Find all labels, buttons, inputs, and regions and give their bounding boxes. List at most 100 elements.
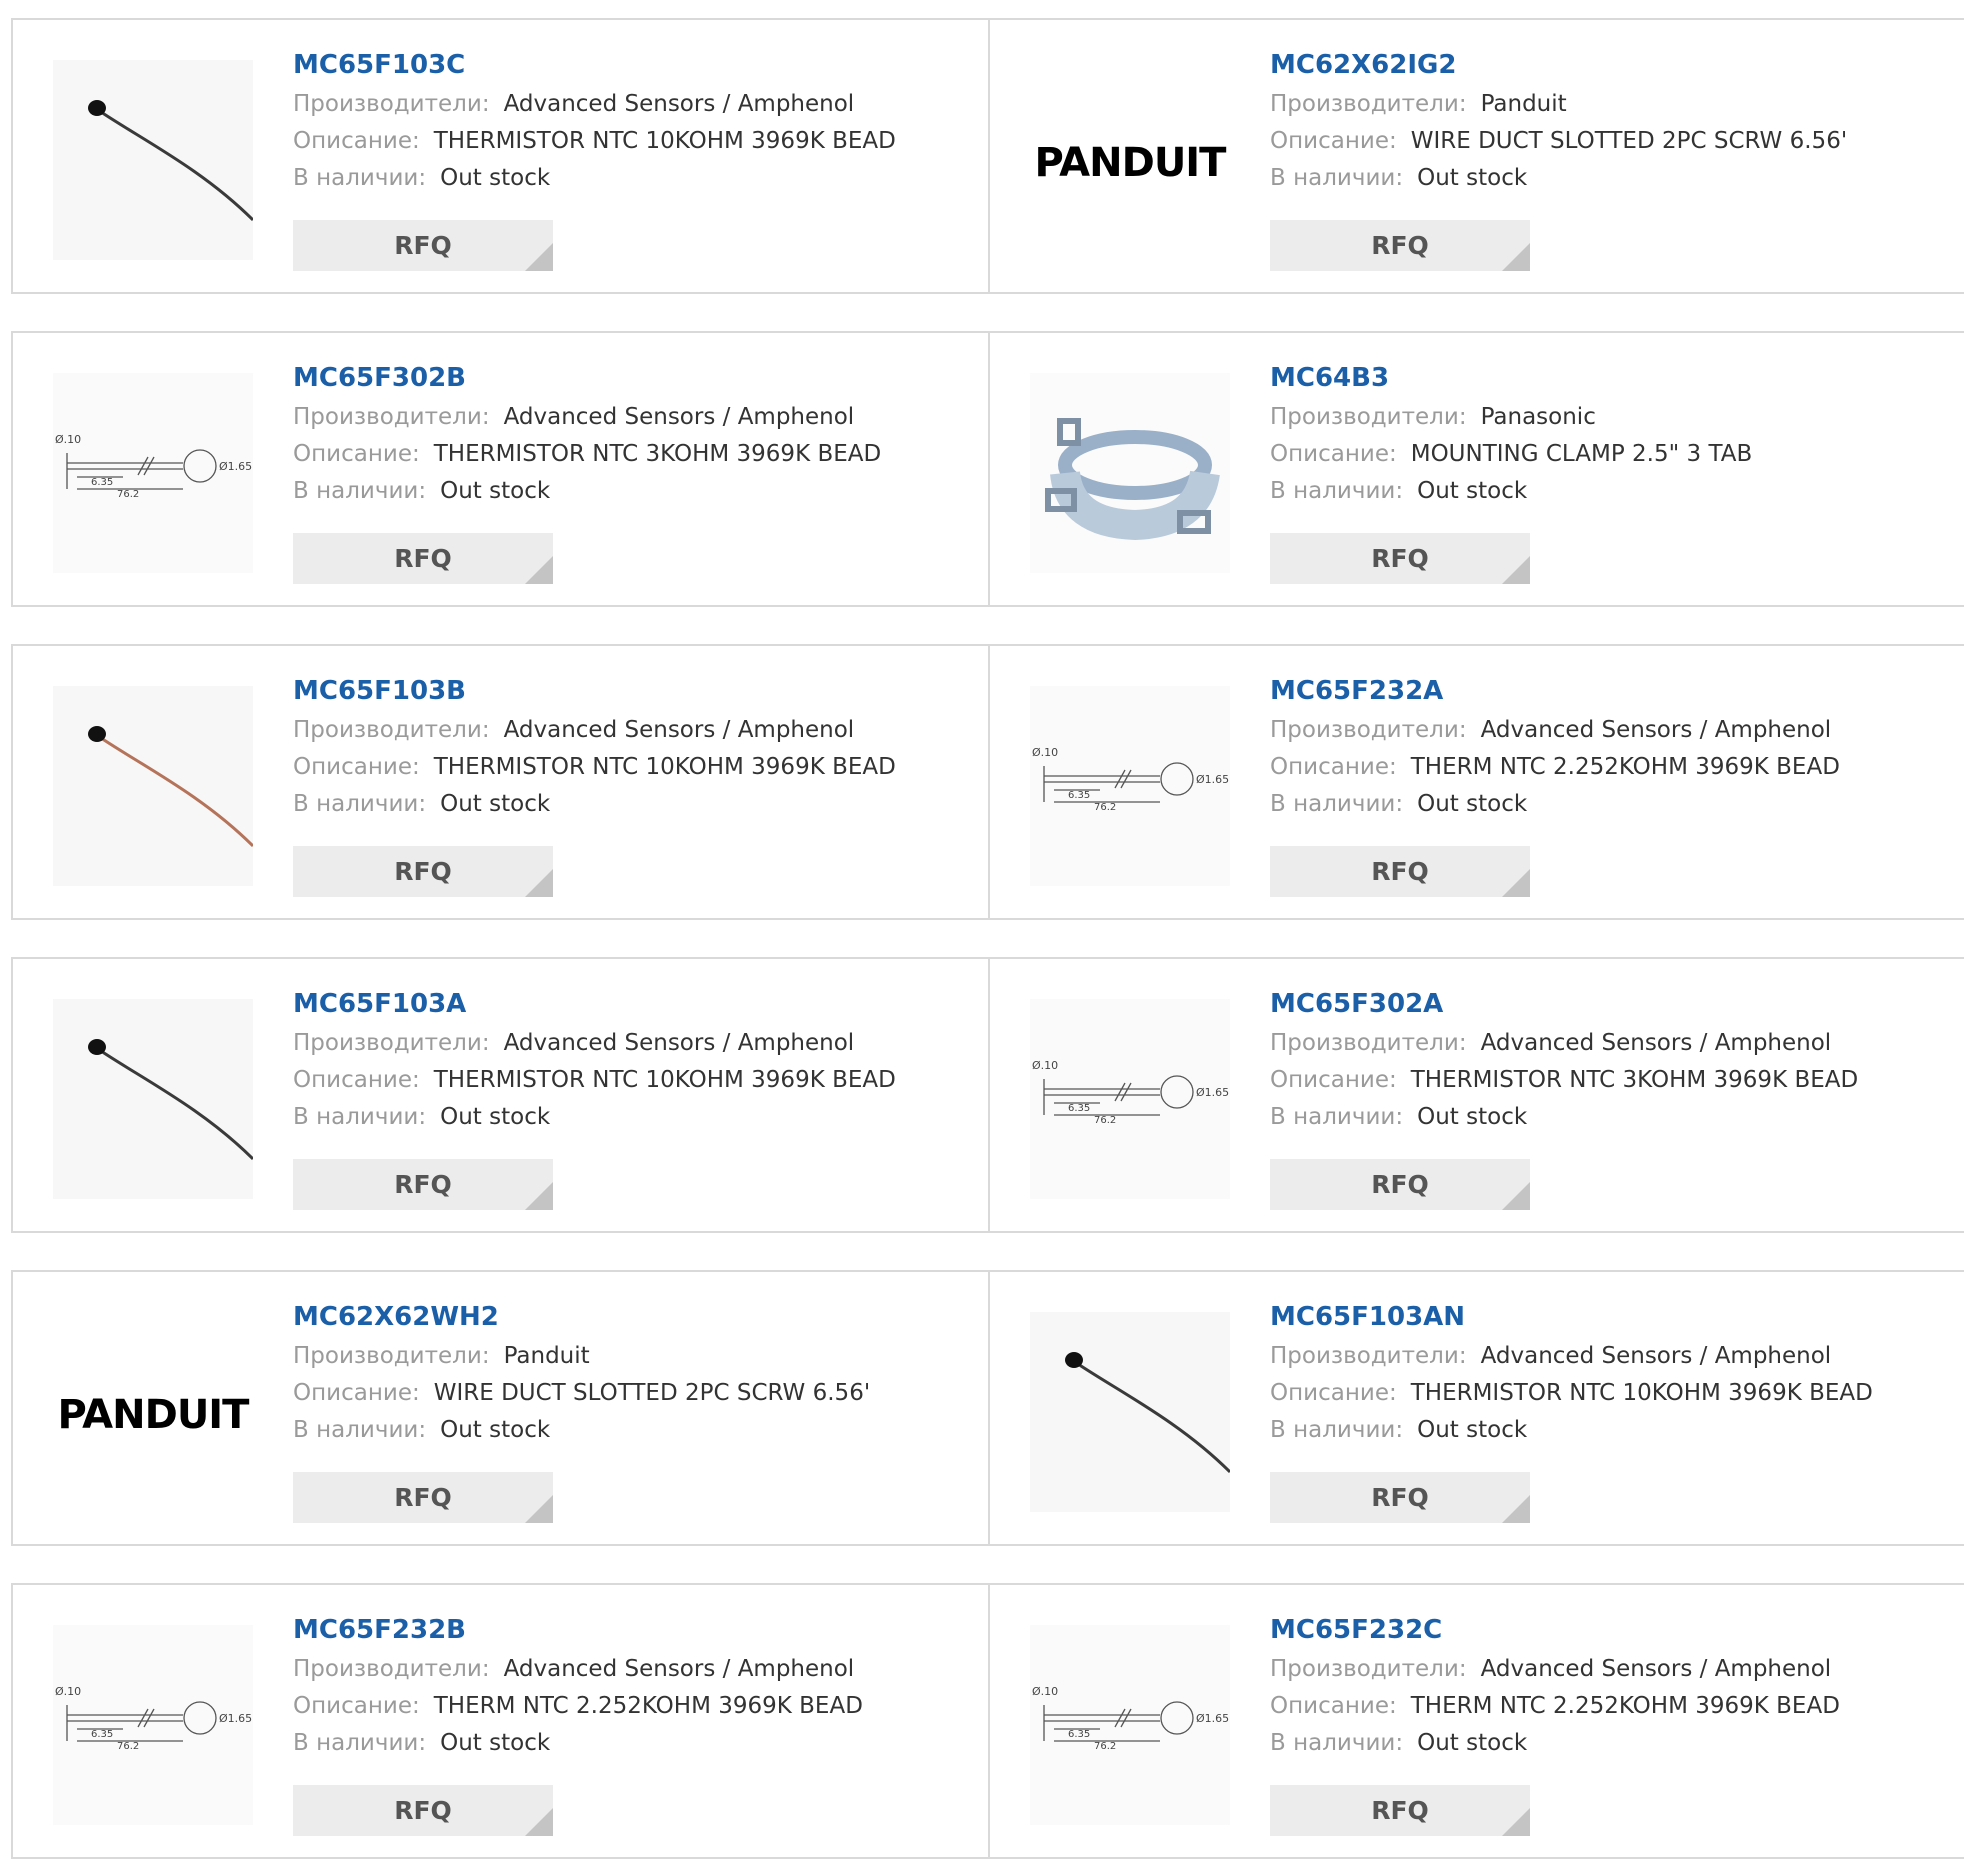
manufacturer-value: Advanced Sensors / Amphenol: [503, 717, 855, 743]
product-thumbnail[interactable]: [1030, 1312, 1230, 1512]
product-thumbnail[interactable]: Ø.10 Ø1.65 6.35 76.2: [53, 373, 253, 573]
part-number-link[interactable]: MC62X62WH2: [293, 1302, 968, 1338]
product-info: MC65F302A Производители: Advanced Sensors…: [1270, 989, 1947, 1210]
rfq-button[interactable]: RFQ: [293, 1472, 553, 1523]
rfq-button[interactable]: RFQ: [293, 220, 553, 271]
rfq-button[interactable]: RFQ: [1270, 533, 1530, 584]
product-card: Ø.10 Ø1.65 6.35 76.2 MC65F302A Производи…: [990, 957, 1964, 1233]
part-number-link[interactable]: MC65F103C: [293, 50, 968, 86]
manufacturer-label: Производители:: [293, 1656, 490, 1682]
part-number-link[interactable]: MC65F103B: [293, 676, 968, 712]
rfq-button[interactable]: RFQ: [293, 1785, 553, 1836]
svg-text:Ø1.65: Ø1.65: [219, 460, 252, 473]
part-number-link[interactable]: MC65F232A: [1270, 676, 1947, 712]
svg-text:Ø1.65: Ø1.65: [219, 1712, 252, 1725]
stock-label: В наличии:: [293, 1417, 427, 1443]
manufacturer-value: Advanced Sensors / Amphenol: [503, 404, 855, 430]
product-thumbnail[interactable]: PANDUIT: [53, 1312, 253, 1512]
part-number-link[interactable]: MC65F232B: [293, 1615, 968, 1651]
part-number-link[interactable]: MC62X62IG2: [1270, 50, 1947, 86]
rfq-button[interactable]: RFQ: [293, 1159, 553, 1210]
dimension-diagram: Ø.10 Ø1.65 6.35 76.2: [1030, 1625, 1230, 1825]
rfq-button[interactable]: RFQ: [1270, 1472, 1530, 1523]
product-thumbnail[interactable]: Ø.10 Ø1.65 6.35 76.2: [1030, 686, 1230, 886]
product-info: MC62X62WH2 Производители: Panduit Описани…: [293, 1302, 968, 1523]
description-row: Описание: THERMISTOR NTC 3KOHM 3969K BEAD: [293, 436, 968, 473]
panduit-logo: PANDUIT: [58, 1392, 252, 1438]
product-card: MC65F103AN Производители: Advanced Sensor…: [990, 1270, 1964, 1546]
stock-row: В наличии: Out stock: [1270, 1099, 1947, 1136]
description-row: Описание: THERMISTOR NTC 3KOHM 3969K BEAD: [1270, 1062, 1947, 1099]
description-label: Описание:: [293, 754, 420, 780]
description-label: Описание:: [1270, 1693, 1397, 1719]
manufacturer-label: Производители:: [1270, 1656, 1467, 1682]
manufacturer-label: Производители:: [1270, 1343, 1467, 1369]
stock-value: Out stock: [440, 165, 551, 191]
part-number-link[interactable]: MC65F302B: [293, 363, 968, 399]
rfq-button[interactable]: RFQ: [1270, 220, 1530, 271]
rfq-label: RFQ: [1371, 544, 1429, 573]
product-thumbnail[interactable]: PANDUIT: [1030, 60, 1230, 260]
part-number-link[interactable]: MC64B3: [1270, 363, 1947, 399]
rfq-button[interactable]: RFQ: [1270, 1785, 1530, 1836]
rfq-button[interactable]: RFQ: [293, 533, 553, 584]
stock-label: В наличии:: [1270, 165, 1404, 191]
rfq-label: RFQ: [394, 857, 452, 886]
corner-triangle-decoration: [525, 556, 553, 584]
manufacturer-label: Производители:: [1270, 717, 1467, 743]
description-label: Описание:: [293, 128, 420, 154]
stock-label: В наличии:: [1270, 1730, 1404, 1756]
description-value: THERM NTC 2.252KOHM 3969K BEAD: [1410, 754, 1840, 780]
description-row: Описание: THERM NTC 2.252KOHM 3969K BEAD: [293, 1688, 968, 1725]
manufacturer-row: Производители: Advanced Sensors / Ampheno…: [1270, 712, 1947, 749]
product-thumbnail[interactable]: [53, 999, 253, 1199]
dimension-diagram: Ø.10 Ø1.65 6.35 76.2: [1030, 999, 1230, 1199]
stock-row: В наличии: Out stock: [1270, 473, 1947, 510]
manufacturer-label: Производители:: [293, 404, 490, 430]
rfq-button[interactable]: RFQ: [293, 846, 553, 897]
product-info: MC65F103B Производители: Advanced Sensors…: [293, 676, 968, 897]
dimension-diagram: Ø.10 Ø1.65 6.35 76.2: [53, 1625, 253, 1825]
corner-triangle-decoration: [525, 1182, 553, 1210]
product-thumbnail[interactable]: [53, 686, 253, 886]
corner-triangle-decoration: [1502, 1182, 1530, 1210]
product-card: Ø.10 Ø1.65 6.35 76.2 MC65F232C Производи…: [990, 1583, 1964, 1859]
svg-text:Ø.10: Ø.10: [1032, 1685, 1058, 1698]
manufacturer-value: Advanced Sensors / Amphenol: [503, 91, 855, 117]
manufacturer-row: Производители: Advanced Sensors / Ampheno…: [293, 712, 968, 749]
part-number-link[interactable]: MC65F302A: [1270, 989, 1947, 1025]
svg-text:76.2: 76.2: [1094, 802, 1116, 813]
rfq-button[interactable]: RFQ: [1270, 846, 1530, 897]
svg-text:PANDUIT: PANDUIT: [58, 1392, 251, 1438]
description-row: Описание: THERM NTC 2.252KOHM 3969K BEAD: [1270, 1688, 1947, 1725]
product-thumbnail[interactable]: Ø.10 Ø1.65 6.35 76.2: [53, 1625, 253, 1825]
product-thumbnail[interactable]: Ø.10 Ø1.65 6.35 76.2: [1030, 1625, 1230, 1825]
description-label: Описание:: [1270, 441, 1397, 467]
product-thumbnail[interactable]: Ø.10 Ø1.65 6.35 76.2: [1030, 999, 1230, 1199]
stock-value: Out stock: [1417, 1417, 1528, 1443]
manufacturer-row: Производители: Advanced Sensors / Ampheno…: [293, 86, 968, 123]
corner-triangle-decoration: [1502, 869, 1530, 897]
corner-triangle-decoration: [525, 1808, 553, 1836]
svg-text:Ø.10: Ø.10: [55, 433, 81, 446]
manufacturer-value: Panasonic: [1480, 404, 1596, 430]
rfq-label: RFQ: [1371, 1796, 1429, 1825]
stock-label: В наличии:: [1270, 1104, 1404, 1130]
manufacturer-label: Производители:: [1270, 91, 1467, 117]
product-info: MC65F103A Производители: Advanced Sensors…: [293, 989, 968, 1210]
part-number-link[interactable]: MC65F103A: [293, 989, 968, 1025]
manufacturer-label: Производители:: [293, 1030, 490, 1056]
manufacturer-label: Производители:: [293, 1343, 490, 1369]
corner-triangle-decoration: [525, 869, 553, 897]
part-number-link[interactable]: MC65F103AN: [1270, 1302, 1947, 1338]
part-number-link[interactable]: MC65F232C: [1270, 1615, 1947, 1651]
product-thumbnail[interactable]: [53, 60, 253, 260]
description-value: THERMISTOR NTC 3KOHM 3969K BEAD: [1410, 1067, 1859, 1093]
product-thumbnail[interactable]: [1030, 373, 1230, 573]
description-value: THERMISTOR NTC 3KOHM 3969K BEAD: [433, 441, 882, 467]
svg-text:76.2: 76.2: [1094, 1115, 1116, 1126]
product-info: MC65F302B Производители: Advanced Sensors…: [293, 363, 968, 584]
manufacturer-value: Advanced Sensors / Amphenol: [503, 1656, 855, 1682]
rfq-button[interactable]: RFQ: [1270, 1159, 1530, 1210]
product-card: MC65F103B Производители: Advanced Sensors…: [11, 644, 990, 920]
